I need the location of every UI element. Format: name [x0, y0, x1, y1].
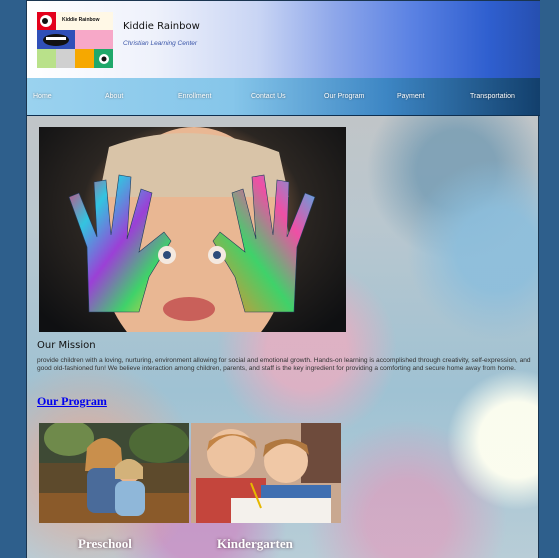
site-header: Kiddie Rainbow Kiddie Rainbow Christian …	[27, 0, 540, 78]
nav-item-enrollment[interactable]: Enrollment	[178, 93, 211, 100]
site-logo[interactable]: Kiddie Rainbow	[37, 12, 113, 68]
kindergarten-label[interactable]: Kindergarten	[217, 536, 293, 552]
logo-mouth-tile	[37, 30, 75, 49]
kindergarten-image[interactable]	[191, 423, 341, 523]
preschool-label[interactable]: Preschool	[78, 536, 132, 552]
logo-gray-tile	[56, 49, 75, 68]
main-nav: Home About Enrollment Contact Us Our Pro…	[27, 78, 540, 116]
nav-item-contact-us[interactable]: Contact Us	[251, 93, 286, 100]
logo-monster-tile	[94, 49, 113, 68]
our-program-link[interactable]: Our Program	[37, 394, 107, 409]
brand-tagline: Christian Learning Center	[123, 40, 198, 47]
brand-name: Kiddie Rainbow	[123, 21, 200, 32]
logo-eye-tile	[37, 12, 56, 30]
logo-orange-tile	[75, 49, 94, 68]
hero-image-painted-hands	[39, 127, 346, 332]
nav-item-payment[interactable]: Payment	[397, 93, 425, 100]
nav-item-transportation[interactable]: Transportation	[470, 93, 515, 100]
preschool-image[interactable]	[39, 423, 189, 523]
mission-text: provide children with a loving, nurturin…	[37, 357, 531, 373]
page-frame: Kiddie Rainbow Kiddie Rainbow Christian …	[26, 0, 540, 558]
logo-text-tile: Kiddie Rainbow	[56, 12, 113, 30]
nav-item-our-program[interactable]: Our Program	[324, 93, 364, 100]
logo-green-tile	[37, 49, 56, 68]
logo-pink-tile	[75, 30, 113, 49]
nav-item-about[interactable]: About	[105, 93, 123, 100]
nav-item-home[interactable]: Home	[33, 93, 52, 100]
mission-heading: Our Mission	[37, 340, 96, 351]
logo-text: Kiddie Rainbow	[62, 17, 100, 23]
